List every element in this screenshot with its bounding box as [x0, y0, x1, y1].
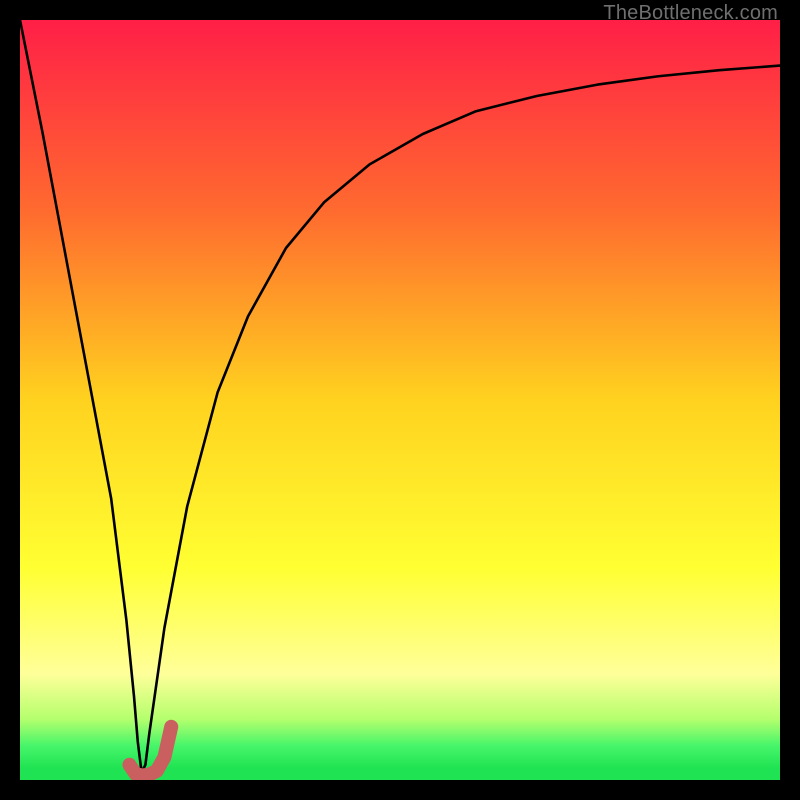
plot-area — [20, 20, 780, 780]
plot-svg — [20, 20, 780, 780]
chart-frame: TheBottleneck.com — [0, 0, 800, 800]
plot-background — [20, 20, 780, 780]
